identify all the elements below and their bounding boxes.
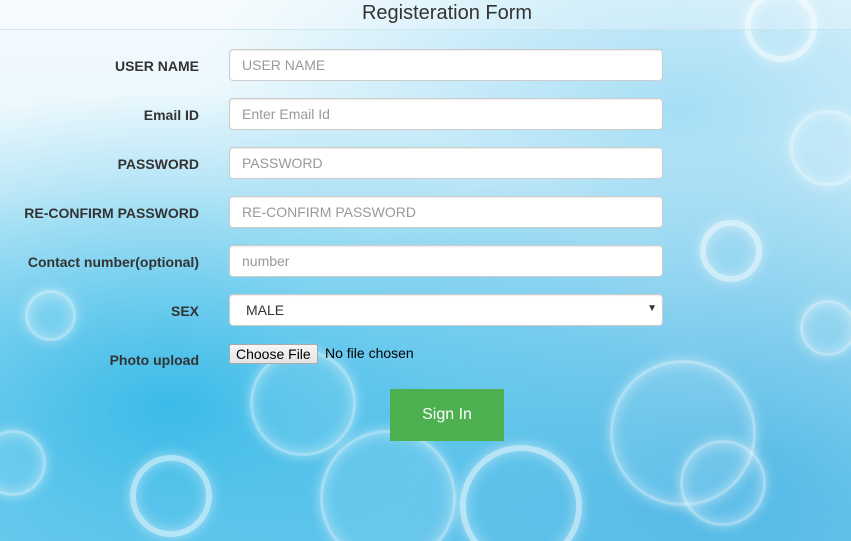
background-bubble <box>0 430 46 496</box>
background-bubble <box>460 445 582 541</box>
email-label: Email ID <box>143 107 199 123</box>
photo-upload-label: Photo upload <box>109 352 199 368</box>
contact-number-input[interactable] <box>229 245 663 277</box>
sex-select[interactable]: MALE ▼ <box>229 294 663 326</box>
background-bubble <box>130 455 212 537</box>
form-row-password: PASSWORD <box>0 147 851 181</box>
background-bubble <box>320 430 456 541</box>
form-row-photo: Photo upload Choose File No file chosen <box>0 343 851 377</box>
contact-number-label: Contact number(optional) <box>27 254 199 270</box>
sex-label: SEX <box>170 303 199 319</box>
page-title: Registeration Form <box>361 2 533 24</box>
password-input[interactable] <box>229 147 663 179</box>
form-row-reconfirm: RE-CONFIRM PASSWORD <box>0 196 851 230</box>
reconfirm-password-input[interactable] <box>229 196 663 228</box>
dropdown-arrow-icon: ▼ <box>647 303 657 314</box>
email-input[interactable] <box>229 98 663 130</box>
username-input[interactable] <box>229 49 663 81</box>
sign-in-button[interactable]: Sign In <box>390 389 504 441</box>
form-row-sex: SEX MALE ▼ <box>0 294 851 328</box>
file-status-text: No file chosen <box>325 345 414 361</box>
reconfirm-password-label: RE-CONFIRM PASSWORD <box>24 205 199 221</box>
password-label: PASSWORD <box>117 156 199 172</box>
form-row-contact: Contact number(optional) <box>0 245 851 279</box>
background-bubble <box>680 440 766 526</box>
sex-selected-value: MALE <box>246 302 285 318</box>
background-bubble <box>610 360 756 506</box>
username-label: USER NAME <box>114 58 199 74</box>
form-row-username: USER NAME <box>0 49 851 83</box>
registration-page: Registeration Form USER NAME Email ID PA… <box>0 0 851 541</box>
form-row-email: Email ID <box>0 98 851 132</box>
choose-file-button[interactable]: Choose File <box>229 344 318 364</box>
